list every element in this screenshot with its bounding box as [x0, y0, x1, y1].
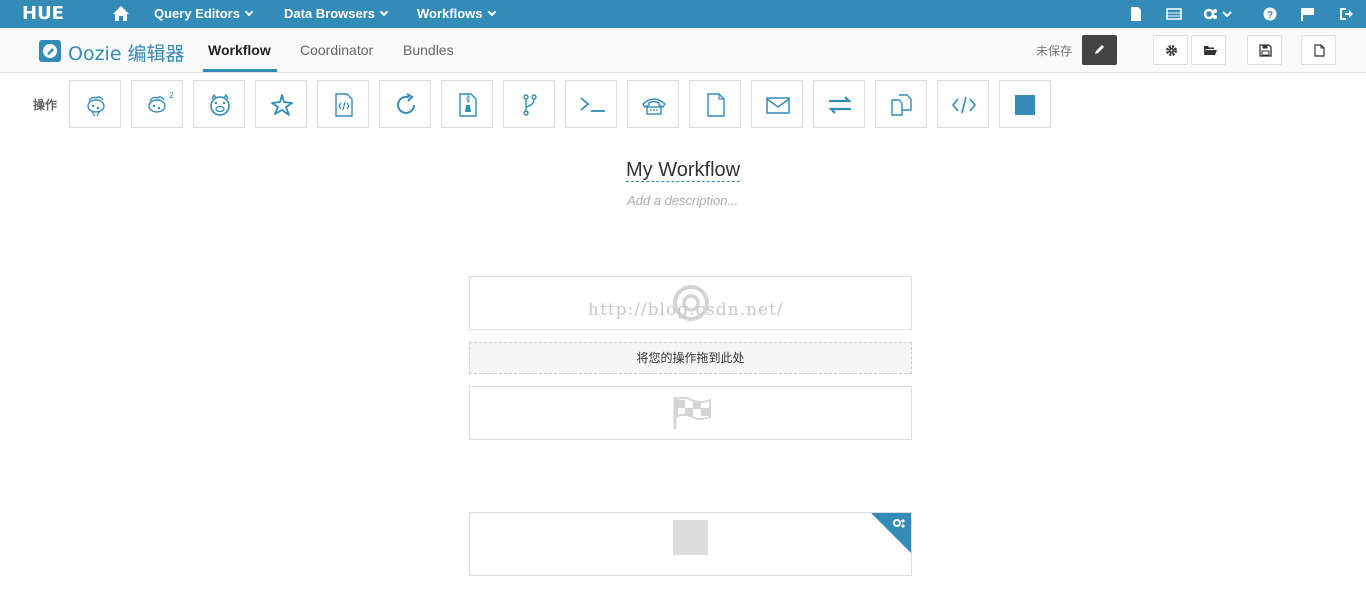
actions-label: 操作: [33, 98, 58, 112]
file-icon: [707, 93, 725, 117]
svg-text:2: 2: [169, 92, 173, 100]
refresh-icon: [397, 93, 415, 114]
envelope-icon: [766, 97, 790, 114]
editor-header: Oozie 编辑器 Workflow Coordinator Bundles 未…: [0, 28, 1366, 73]
action-email[interactable]: [751, 80, 803, 128]
action-fs[interactable]: [689, 80, 741, 128]
settings-button[interactable]: [1153, 35, 1188, 65]
menu-label: Query Editors: [154, 6, 240, 21]
menu-workflows[interactable]: Workflows: [417, 0, 496, 28]
save-button[interactable]: [1247, 35, 1282, 65]
open-button[interactable]: [1191, 35, 1226, 65]
edit-button[interactable]: [1082, 35, 1117, 65]
action-mapreduce[interactable]: [441, 80, 493, 128]
action-subworkflow[interactable]: [503, 80, 555, 128]
top-navbar: HUE Query Editors Data Browsers Workflow…: [0, 0, 1366, 28]
action-kill[interactable]: [999, 80, 1051, 128]
home-icon[interactable]: [112, 5, 130, 23]
exchange-icon: [828, 96, 852, 114]
chevron-down-icon: [487, 7, 496, 17]
stop-square-icon: [1015, 95, 1035, 115]
java-file-icon: [335, 93, 353, 117]
checkered-flag-icon: [673, 396, 711, 429]
new-file-icon: [1314, 44, 1325, 57]
watermark: http://blog.csdn.net/: [588, 300, 784, 320]
cogs-dropdown-icon[interactable]: [1203, 6, 1233, 22]
logout-icon[interactable]: [1338, 6, 1354, 22]
gear-icon: [1166, 45, 1177, 56]
hive2-icon: 2: [148, 92, 173, 113]
phone-icon: [642, 98, 666, 115]
flag-icon[interactable]: [1300, 6, 1316, 22]
workflow-description[interactable]: Add a description...: [627, 193, 738, 208]
pig-icon: [210, 93, 230, 116]
pencil-icon: [1095, 45, 1104, 54]
folder-open-icon: [1204, 46, 1217, 55]
action-distcp[interactable]: [875, 80, 927, 128]
action-hive2[interactable]: 2: [131, 80, 183, 128]
copy-icon: [891, 94, 912, 116]
editor-title: Oozie 编辑器: [68, 43, 185, 65]
end-node[interactable]: [469, 386, 912, 440]
action-spark[interactable]: [255, 80, 307, 128]
workflow-name[interactable]: My Workflow: [626, 159, 741, 182]
hue-logo[interactable]: HUE: [22, 5, 64, 23]
node-settings-corner[interactable]: [871, 513, 911, 553]
floppy-disk-icon: [1259, 44, 1272, 57]
oozie-logo-icon: [39, 40, 61, 62]
action-java[interactable]: [317, 80, 369, 128]
action-shell[interactable]: [565, 80, 617, 128]
menu-query-editors[interactable]: Query Editors: [154, 0, 254, 28]
active-tab-indicator: [203, 69, 277, 72]
tab-workflow[interactable]: Workflow: [208, 42, 271, 58]
action-streaming[interactable]: [813, 80, 865, 128]
action-hive[interactable]: [69, 80, 121, 128]
kill-placeholder-icon: [673, 520, 708, 555]
code-fork-icon: [523, 94, 537, 116]
table-icon[interactable]: [1166, 6, 1182, 22]
help-icon[interactable]: ?: [1262, 6, 1278, 22]
tab-bundles[interactable]: Bundles: [403, 42, 454, 58]
save-status: 未保存: [1036, 44, 1073, 58]
new-document-button[interactable]: [1301, 35, 1336, 65]
spark-icon: [271, 94, 293, 116]
action-pig[interactable]: [193, 80, 245, 128]
svg-text:?: ?: [1267, 10, 1273, 21]
archive-file-icon: [459, 93, 477, 117]
hive-icon: [87, 96, 105, 117]
terminal-icon: [580, 97, 605, 112]
tab-coordinator[interactable]: Coordinator: [300, 42, 373, 58]
action-generic[interactable]: [937, 80, 989, 128]
action-drop-zone[interactable]: 将您的操作拖到此处: [469, 342, 912, 374]
action-sqoop[interactable]: [379, 80, 431, 128]
menu-label: Workflows: [417, 6, 483, 21]
chevron-down-icon: [379, 7, 389, 17]
action-ssh[interactable]: [627, 80, 679, 128]
document-icon[interactable]: [1128, 6, 1144, 22]
code-icon: [951, 96, 977, 114]
menu-data-browsers[interactable]: Data Browsers: [284, 0, 389, 28]
chevron-down-icon: [244, 7, 254, 17]
menu-label: Data Browsers: [284, 6, 376, 21]
